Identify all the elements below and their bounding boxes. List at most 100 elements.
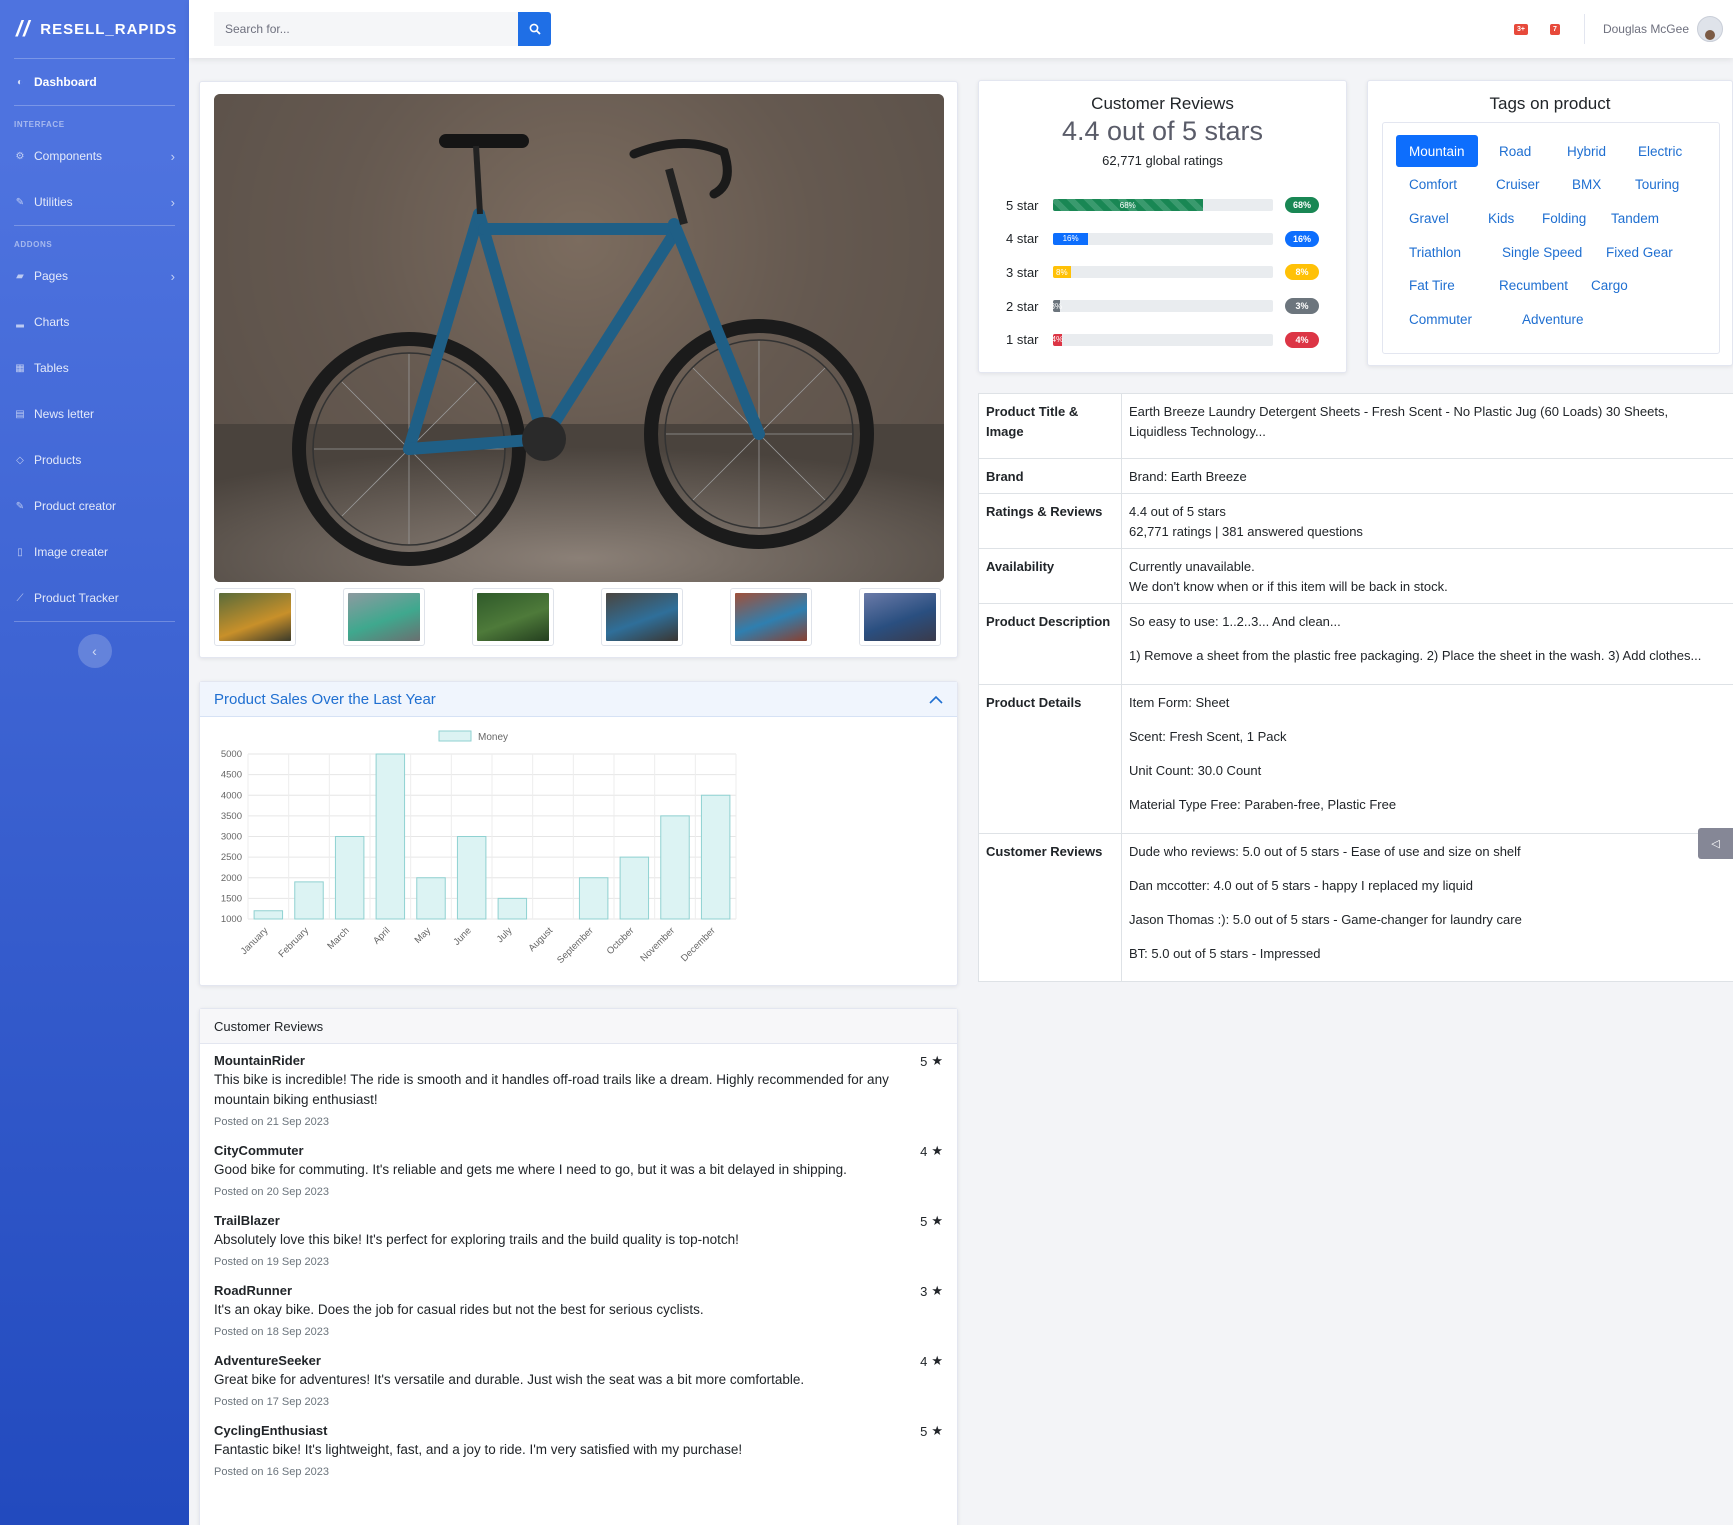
rating-bar-row: 4 star 16% 16% (1006, 230, 1326, 248)
table-row: Customer Reviews Dude who reviews: 5.0 o… (978, 834, 1733, 982)
ratings-summary: 4.4 out of 5 stars (1061, 116, 1264, 146)
image-file-icon: ▯ (17, 546, 23, 558)
review-rating: 5 ★ (920, 1053, 943, 1069)
thumbnail-2[interactable] (343, 588, 425, 646)
tag-bmx[interactable]: BMX (1559, 169, 1614, 201)
rating-percent-badge: 8% (1285, 264, 1319, 281)
sidebar-toggle-button[interactable]: ‹ (77, 634, 112, 668)
thumbnail-4[interactable] (601, 588, 683, 646)
avatar[interactable] (1697, 16, 1723, 42)
review-item: TrailBlazer Absolutely love this bike! I… (200, 1213, 957, 1268)
alerts-button[interactable]: 3+ (1504, 0, 1538, 58)
star-icon: ★ (931, 1213, 943, 1228)
brand[interactable]: // RESELL_RAPIDS (0, 0, 189, 58)
tag-hybrid[interactable]: Hybrid (1554, 135, 1619, 167)
bar-march (334, 836, 365, 920)
ratings-title: Customer Reviews (1091, 94, 1234, 113)
row-value: 4.4 out of 5 stars 62,771 ratings | 381 … (1122, 494, 1733, 548)
thumbnail-strip (214, 588, 944, 646)
sidebar-item-product-creator[interactable]: ✎ Product creator (0, 483, 189, 529)
sidebar-item-pages[interactable]: ▰ Pages › (0, 253, 189, 299)
sidebar-item-products[interactable]: ◇ Products (0, 437, 189, 483)
tag-cargo[interactable]: Cargo (1578, 270, 1641, 302)
tag-fat-tire[interactable]: Fat Tire (1396, 270, 1468, 302)
review-user: CityCommuter (214, 1143, 304, 1158)
rating-bar-row: 1 star 4% 4% (1006, 331, 1326, 349)
review-line: Jason Thomas :): 5.0 out of 5 stars - Ga… (1129, 912, 1522, 927)
thumbnail-6[interactable] (859, 588, 941, 646)
sidebar-divider (14, 621, 175, 622)
tag-fixed-gear[interactable]: Fixed Gear (1593, 236, 1686, 268)
tags-title: Tags on product (1489, 94, 1611, 113)
brand-name: RESELL_RAPIDS (40, 20, 178, 38)
sidebar-item-label: Image creater (34, 545, 109, 559)
search-button[interactable] (518, 12, 551, 46)
detail-line: Item Form: Sheet (1129, 695, 1230, 710)
sidebar-item-tables[interactable]: ▦ Tables (0, 345, 189, 391)
customer-reviews-card: Customer Reviews MountainRider This bike… (199, 1008, 958, 1525)
tag-cruiser[interactable]: Cruiser (1483, 169, 1553, 201)
chart-title: Product Sales Over the Last Year (214, 690, 436, 708)
rating-percent-badge: 16% (1285, 230, 1319, 247)
detail-line: Material Type Free: Paraben-free, Plasti… (1129, 797, 1397, 812)
row-label: Product Title & Image (978, 394, 1122, 458)
review-item: CityCommuter Good bike for commuting. It… (200, 1143, 957, 1198)
rating-bar-row: 3 star 8% 8% (1006, 263, 1326, 281)
side-panel-toggle[interactable]: ◁ (1698, 828, 1733, 859)
tag-recumbent[interactable]: Recumbent (1486, 270, 1581, 302)
review-text: Great bike for adventures! It's versatil… (214, 1372, 805, 1387)
topbar-right: 3+ 7 Douglas McGee (1504, 0, 1733, 58)
product-main-image[interactable] (214, 94, 944, 582)
rating-bar-track: 68% (1053, 199, 1273, 211)
sidebar-item-utilities[interactable]: ✎ Utilities › (0, 179, 189, 225)
sidebar-item-product-tracker[interactable]: ⟋ Product Tracker (0, 575, 189, 621)
sidebar-item-components[interactable]: ⚙ Components › (0, 133, 189, 179)
tag-kids[interactable]: Kids (1475, 202, 1527, 234)
tag-single-speed[interactable]: Single Speed (1489, 236, 1595, 268)
bicycle-thumbnail-icon (606, 593, 678, 641)
tag-adventure[interactable]: Adventure (1509, 304, 1597, 336)
tag-commuter[interactable]: Commuter (1396, 304, 1485, 336)
search-input[interactable] (214, 12, 518, 46)
availability-line: Currently unavailable. (1129, 559, 1255, 574)
chevron-up-icon[interactable] (929, 691, 943, 708)
sidebar-item-dashboard[interactable]: ◐ Dashboard (0, 59, 189, 105)
thumbnail-5[interactable] (730, 588, 812, 646)
tag-mountain[interactable]: Mountain (1396, 135, 1478, 167)
review-date: Posted on 21 Sep 2023 (214, 1116, 329, 1128)
sidebar-item-newsletter[interactable]: ▤ News letter (0, 391, 189, 437)
bar-october (619, 856, 650, 920)
tag-folding[interactable]: Folding (1529, 202, 1599, 234)
bicycle-thumbnail-icon (348, 593, 420, 641)
sidebar-item-image-creater[interactable]: ▯ Image creater (0, 529, 189, 575)
tag-road[interactable]: Road (1486, 135, 1544, 167)
review-date: Posted on 16 Sep 2023 (214, 1466, 329, 1478)
rating-value: 5 (920, 1423, 928, 1439)
thumbnail-1[interactable] (214, 588, 296, 646)
x-tick-label: June (451, 925, 473, 947)
tag-touring[interactable]: Touring (1622, 169, 1692, 201)
x-tick-label: November (638, 925, 677, 964)
sidebar-item-charts[interactable]: ▂ Charts (0, 299, 189, 345)
rating-bar-fill: 4% (1053, 333, 1064, 346)
user-name[interactable]: Douglas McGee (1603, 22, 1689, 36)
legend-swatch (438, 730, 472, 742)
tag-triathlon[interactable]: Triathlon (1396, 236, 1474, 268)
tag-tandem[interactable]: Tandem (1598, 202, 1672, 234)
thumbnail-3[interactable] (472, 588, 554, 646)
messages-button[interactable]: 7 (1538, 0, 1572, 58)
row-label: Product Details (978, 685, 1122, 833)
y-tick-label: 5000 (221, 749, 242, 760)
review-user: RoadRunner (214, 1283, 292, 1298)
tag-electric[interactable]: Electric (1625, 135, 1695, 167)
row-value: So easy to use: 1..2..3... And clean... … (1122, 604, 1733, 684)
review-rating: 4 ★ (920, 1143, 943, 1159)
chart-card-header[interactable]: Product Sales Over the Last Year (200, 682, 957, 717)
row-value: Earth Breeze Laundry Detergent Sheets - … (1129, 404, 1669, 439)
tag-comfort[interactable]: Comfort (1396, 169, 1470, 201)
bicycle-thumbnail-icon (864, 593, 936, 641)
review-item: RoadRunner It's an okay bike. Does the j… (200, 1283, 957, 1338)
tag-gravel[interactable]: Gravel (1396, 202, 1462, 234)
rating-value: 4 (920, 1353, 928, 1369)
star-icon: ★ (931, 1283, 943, 1298)
